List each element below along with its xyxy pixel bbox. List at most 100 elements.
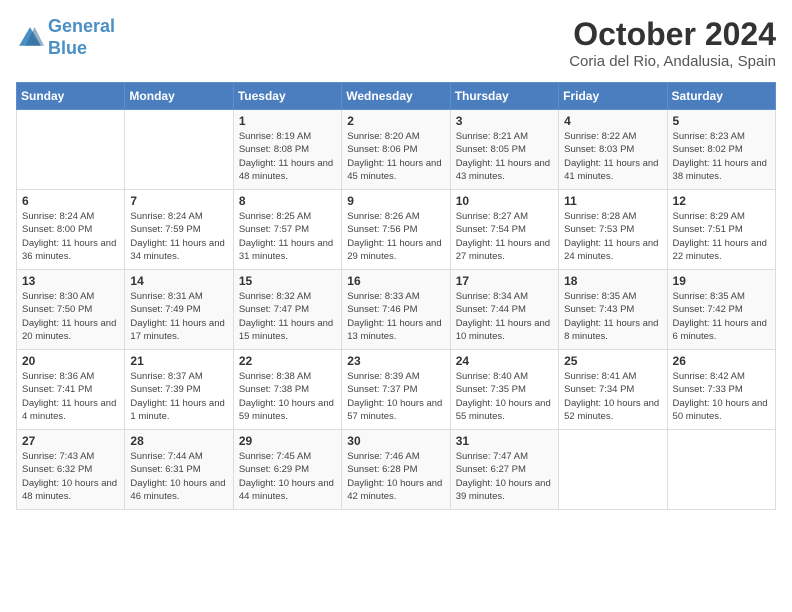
calendar-cell: 19 Sunrise: 8:35 AM Sunset: 7:42 PM Dayli…	[667, 270, 775, 350]
header-monday: Monday	[125, 83, 233, 110]
header-thursday: Thursday	[450, 83, 558, 110]
day-number: 17	[456, 274, 553, 288]
day-number: 27	[22, 434, 119, 448]
calendar-cell: 22Sunrise: 8:38 AM Sunset: 7:38 PM Dayli…	[233, 350, 341, 430]
calendar-cell: 16 Sunrise: 8:33 AM Sunset: 7:46 PM Dayli…	[342, 270, 450, 350]
day-number: 26	[673, 354, 770, 368]
calendar-cell	[559, 430, 667, 510]
day-number: 30	[347, 434, 444, 448]
calendar-cell: 14 Sunrise: 8:31 AM Sunset: 7:49 PM Dayli…	[125, 270, 233, 350]
day-detail: Sunrise: 8:28 AM Sunset: 7:53 PM Dayligh…	[564, 210, 661, 263]
day-detail: Sunrise: 8:35 AM Sunset: 7:42 PM Dayligh…	[673, 290, 770, 343]
day-detail: Sunrise: 7:43 AM Sunset: 6:32 PM Dayligh…	[22, 450, 119, 503]
day-number: 19	[673, 274, 770, 288]
calendar-cell: 23Sunrise: 8:39 AM Sunset: 7:37 PM Dayli…	[342, 350, 450, 430]
calendar-cell: 1Sunrise: 8:19 AM Sunset: 8:08 PM Daylig…	[233, 110, 341, 190]
day-number: 22	[239, 354, 336, 368]
calendar-cell: 18Sunrise: 8:35 AM Sunset: 7:43 PM Dayli…	[559, 270, 667, 350]
day-detail: Sunrise: 8:29 AM Sunset: 7:51 PM Dayligh…	[673, 210, 770, 263]
header-sunday: Sunday	[17, 83, 125, 110]
calendar-cell	[667, 430, 775, 510]
day-detail: Sunrise: 8:31 AM Sunset: 7:49 PM Dayligh…	[130, 290, 227, 343]
calendar-cell: 27 Sunrise: 7:43 AM Sunset: 6:32 PM Dayli…	[17, 430, 125, 510]
day-number: 24	[456, 354, 553, 368]
day-detail: Sunrise: 8:27 AM Sunset: 7:54 PM Dayligh…	[456, 210, 553, 263]
day-number: 28	[130, 434, 227, 448]
calendar-week-row: 13 Sunrise: 8:30 AM Sunset: 7:50 PM Dayli…	[17, 270, 776, 350]
day-detail: Sunrise: 8:25 AM Sunset: 7:57 PM Dayligh…	[239, 210, 336, 263]
day-detail: Sunrise: 8:20 AM Sunset: 8:06 PM Dayligh…	[347, 130, 444, 183]
day-detail: Sunrise: 8:30 AM Sunset: 7:50 PM Dayligh…	[22, 290, 119, 343]
day-detail: Sunrise: 8:24 AM Sunset: 7:59 PM Dayligh…	[130, 210, 227, 263]
day-detail: Sunrise: 8:37 AM Sunset: 7:39 PM Dayligh…	[130, 370, 227, 423]
day-number: 14	[130, 274, 227, 288]
calendar-cell: 10 Sunrise: 8:27 AM Sunset: 7:54 PM Dayli…	[450, 190, 558, 270]
calendar-cell: 17 Sunrise: 8:34 AM Sunset: 7:44 PM Dayli…	[450, 270, 558, 350]
logo: General Blue	[16, 16, 115, 59]
day-detail: Sunrise: 7:44 AM Sunset: 6:31 PM Dayligh…	[130, 450, 227, 503]
calendar-cell: 20Sunrise: 8:36 AM Sunset: 7:41 PM Dayli…	[17, 350, 125, 430]
day-number: 13	[22, 274, 119, 288]
calendar-table: SundayMondayTuesdayWednesdayThursdayFrid…	[16, 82, 776, 510]
day-number: 8	[239, 194, 336, 208]
day-number: 10	[456, 194, 553, 208]
day-number: 21	[130, 354, 227, 368]
day-detail: Sunrise: 8:19 AM Sunset: 8:08 PM Dayligh…	[239, 130, 336, 183]
day-number: 20	[22, 354, 119, 368]
day-detail: Sunrise: 8:34 AM Sunset: 7:44 PM Dayligh…	[456, 290, 553, 343]
header-wednesday: Wednesday	[342, 83, 450, 110]
day-number: 7	[130, 194, 227, 208]
calendar-cell: 26 Sunrise: 8:42 AM Sunset: 7:33 PM Dayli…	[667, 350, 775, 430]
day-number: 4	[564, 114, 661, 128]
calendar-cell: 31 Sunrise: 7:47 AM Sunset: 6:27 PM Dayli…	[450, 430, 558, 510]
calendar-week-row: 27 Sunrise: 7:43 AM Sunset: 6:32 PM Dayli…	[17, 430, 776, 510]
day-detail: Sunrise: 8:42 AM Sunset: 7:33 PM Dayligh…	[673, 370, 770, 423]
header-saturday: Saturday	[667, 83, 775, 110]
day-number: 9	[347, 194, 444, 208]
calendar-cell: 30Sunrise: 7:46 AM Sunset: 6:28 PM Dayli…	[342, 430, 450, 510]
day-detail: Sunrise: 8:21 AM Sunset: 8:05 PM Dayligh…	[456, 130, 553, 183]
day-detail: Sunrise: 8:41 AM Sunset: 7:34 PM Dayligh…	[564, 370, 661, 423]
calendar-cell: 12Sunrise: 8:29 AM Sunset: 7:51 PM Dayli…	[667, 190, 775, 270]
calendar-cell: 25Sunrise: 8:41 AM Sunset: 7:34 PM Dayli…	[559, 350, 667, 430]
day-detail: Sunrise: 7:47 AM Sunset: 6:27 PM Dayligh…	[456, 450, 553, 503]
day-number: 11	[564, 194, 661, 208]
calendar-week-row: 6 Sunrise: 8:24 AM Sunset: 8:00 PM Daylig…	[17, 190, 776, 270]
day-number: 31	[456, 434, 553, 448]
day-number: 6	[22, 194, 119, 208]
calendar-cell: 29 Sunrise: 7:45 AM Sunset: 6:29 PM Dayli…	[233, 430, 341, 510]
location-subtitle: Coria del Rio, Andalusia, Spain	[569, 53, 776, 70]
day-number: 29	[239, 434, 336, 448]
calendar-cell: 3 Sunrise: 8:21 AM Sunset: 8:05 PM Daylig…	[450, 110, 558, 190]
calendar-cell: 5 Sunrise: 8:23 AM Sunset: 8:02 PM Daylig…	[667, 110, 775, 190]
calendar-cell: 28 Sunrise: 7:44 AM Sunset: 6:31 PM Dayli…	[125, 430, 233, 510]
calendar-cell: 4 Sunrise: 8:22 AM Sunset: 8:03 PM Daylig…	[559, 110, 667, 190]
calendar-cell: 15Sunrise: 8:32 AM Sunset: 7:47 PM Dayli…	[233, 270, 341, 350]
day-detail: Sunrise: 7:45 AM Sunset: 6:29 PM Dayligh…	[239, 450, 336, 503]
month-title: October 2024	[569, 16, 776, 53]
calendar-cell: 11 Sunrise: 8:28 AM Sunset: 7:53 PM Dayli…	[559, 190, 667, 270]
day-number: 15	[239, 274, 336, 288]
day-number: 5	[673, 114, 770, 128]
logo-line1: General	[48, 16, 115, 36]
header-tuesday: Tuesday	[233, 83, 341, 110]
day-detail: Sunrise: 8:33 AM Sunset: 7:46 PM Dayligh…	[347, 290, 444, 343]
day-number: 16	[347, 274, 444, 288]
calendar-cell: 7 Sunrise: 8:24 AM Sunset: 7:59 PM Daylig…	[125, 190, 233, 270]
day-detail: Sunrise: 8:22 AM Sunset: 8:03 PM Dayligh…	[564, 130, 661, 183]
logo-text: General Blue	[48, 16, 115, 59]
calendar-cell: 21 Sunrise: 8:37 AM Sunset: 7:39 PM Dayli…	[125, 350, 233, 430]
calendar-cell	[17, 110, 125, 190]
day-number: 2	[347, 114, 444, 128]
calendar-cell	[125, 110, 233, 190]
calendar-cell: 2 Sunrise: 8:20 AM Sunset: 8:06 PM Daylig…	[342, 110, 450, 190]
header-friday: Friday	[559, 83, 667, 110]
day-detail: Sunrise: 8:23 AM Sunset: 8:02 PM Dayligh…	[673, 130, 770, 183]
calendar-cell: 24 Sunrise: 8:40 AM Sunset: 7:35 PM Dayli…	[450, 350, 558, 430]
day-detail: Sunrise: 8:24 AM Sunset: 8:00 PM Dayligh…	[22, 210, 119, 263]
calendar-week-row: 20Sunrise: 8:36 AM Sunset: 7:41 PM Dayli…	[17, 350, 776, 430]
day-number: 3	[456, 114, 553, 128]
day-detail: Sunrise: 8:40 AM Sunset: 7:35 PM Dayligh…	[456, 370, 553, 423]
day-detail: Sunrise: 8:35 AM Sunset: 7:43 PM Dayligh…	[564, 290, 661, 343]
page-header: General Blue October 2024 Coria del Rio,…	[16, 16, 776, 70]
